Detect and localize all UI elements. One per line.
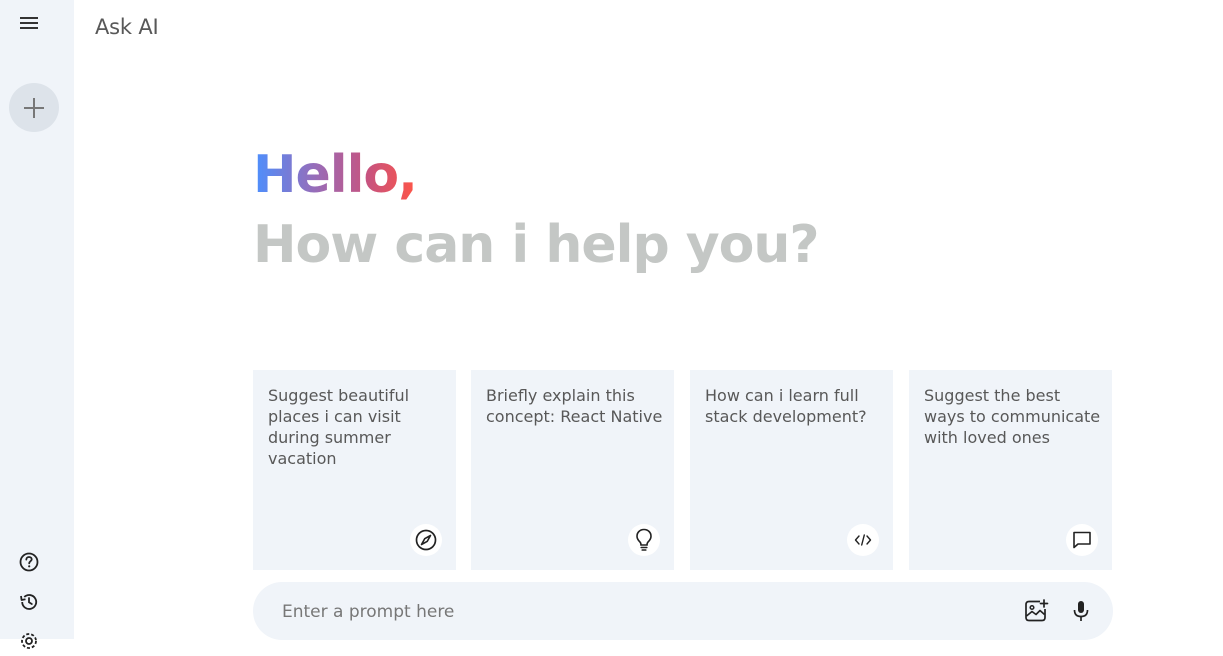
suggestion-card[interactable]: Briefly explain this concept: React Nati… — [471, 370, 674, 570]
sidebar — [0, 0, 74, 649]
app-title: Ask AI — [95, 15, 159, 39]
message-icon — [1066, 524, 1098, 556]
prompt-bar — [253, 582, 1113, 640]
greeting-hello: Hello, — [253, 140, 418, 210]
greeting-subtitle: How can i help you? — [253, 215, 820, 275]
lightbulb-icon — [628, 524, 660, 556]
code-icon — [847, 524, 879, 556]
microphone-icon[interactable] — [1071, 599, 1091, 627]
menu-icon[interactable] — [17, 13, 41, 33]
suggestion-card[interactable]: Suggest the best ways to communicate wit… — [909, 370, 1112, 570]
settings-icon[interactable] — [18, 630, 40, 652]
compass-icon — [410, 524, 442, 556]
plus-icon — [24, 98, 44, 118]
history-icon[interactable] — [18, 591, 40, 613]
card-text: Suggest the best ways to communicate wit… — [924, 386, 1101, 447]
card-text: How can i learn full stack development? — [705, 386, 867, 426]
suggestion-card[interactable]: How can i learn full stack development? — [690, 370, 893, 570]
greeting: Hello, How can i help you? — [253, 140, 820, 280]
image-upload-icon[interactable] — [1023, 598, 1049, 628]
card-text: Suggest beautiful places i can visit dur… — [268, 386, 410, 468]
suggestion-card[interactable]: Suggest beautiful places i can visit dur… — [253, 370, 456, 570]
prompt-input[interactable] — [280, 596, 984, 628]
card-text: Briefly explain this concept: React Nati… — [486, 386, 663, 426]
new-chat-button[interactable] — [9, 83, 59, 132]
help-icon[interactable] — [18, 551, 40, 573]
